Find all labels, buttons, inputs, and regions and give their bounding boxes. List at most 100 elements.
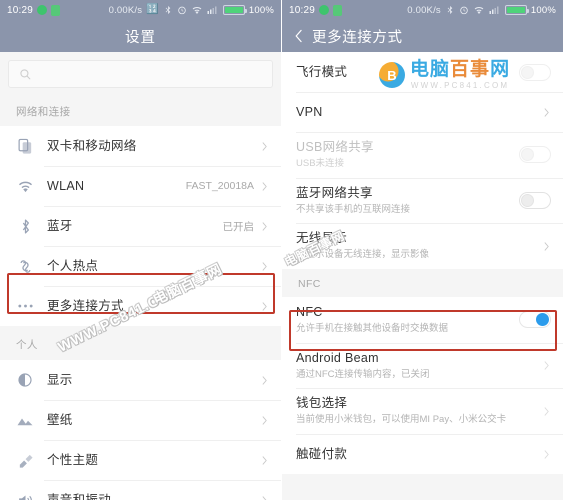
right-phone-screen: 10:29 0.00K/s 100% 更多连接方式 飞行模式 VPN USB网络… [281,0,563,500]
sidebar-item-theme[interactable]: 个性主题 [0,440,281,480]
item-label: 双卡和移动网络 [47,138,137,153]
chevron-right-icon [544,107,549,117]
bluetooth-icon [14,215,36,237]
item-label: 壁纸 [47,412,73,427]
chevron-right-icon [262,261,267,271]
group-label-personal: 个人 [0,326,281,360]
item-sublabel: 当前使用小米钱包，可以使用MI Pay、小米公交卡 [296,414,507,426]
chevron-right-icon [262,221,267,231]
row-tap-to-pay[interactable]: 触碰付款 [282,434,563,475]
page-title: 设置 [125,29,156,46]
green-dot-icon [37,5,48,15]
wifi-icon [14,175,36,197]
item-label: 蓝牙 [47,218,73,233]
more-dots-icon [14,295,36,317]
hotspot-icon [14,255,36,277]
row-airplane-mode[interactable]: 飞行模式 [282,52,563,92]
search-area [0,52,281,95]
wifi-icon [474,7,484,14]
item-label: 飞行模式 [296,64,348,79]
green-pill-icon [333,4,343,16]
row-wallet-selection[interactable]: 钱包选择 当前使用小米钱包，可以使用MI Pay、小米公交卡 [282,388,563,435]
chevron-right-icon [262,181,267,191]
left-title-row: 设置 [0,20,281,52]
status-bar: 10:29 0.00K/s 🔢 100% [0,0,281,20]
item-label: 个性主题 [47,452,99,467]
sidebar-item-sound[interactable]: 声音和振动 [0,480,281,500]
item-label: USB网络共享 [296,140,374,154]
search-icon [20,68,31,79]
group-label-network: 网络和连接 [0,95,281,126]
row-wireless-display[interactable]: 无线显示 与显示设备无线连接，显示影像 [282,223,563,270]
row-nfc[interactable]: NFC 允许手机在接触其他设备时交换数据 [282,297,563,343]
sidebar-item-bluetooth[interactable]: 蓝牙 已开启 [0,206,281,246]
item-label: 无线显示 [296,231,348,246]
item-label: NFC [296,305,323,320]
item-label: 蓝牙网络共享 [296,185,373,200]
connection-group-main: 飞行模式 VPN USB网络共享 USB未连接 蓝牙网络共享 不共享该手机的互联… [282,52,563,270]
chevron-right-icon [544,241,549,251]
bluetooth-tethering-toggle[interactable] [519,192,551,210]
back-arrow-icon[interactable] [292,29,306,43]
item-label: 触碰付款 [296,446,348,461]
row-usb-tethering[interactable]: USB网络共享 USB未连接 [282,132,563,178]
item-label: 个人热点 [47,258,99,273]
sidebar-item-display[interactable]: 显示 [0,360,281,400]
sidebar-item-dual-sim[interactable]: 双卡和移动网络 [0,126,281,166]
right-topbar: 10:29 0.00K/s 100% 更多连接方式 [282,0,563,52]
item-label: Android Beam [296,350,379,365]
item-label: 钱包选择 [296,396,348,411]
screenshot-stage: 10:29 0.00K/s 🔢 100% 设置 网络和连接 双卡和移动网络 WL… [0,0,563,500]
alarm-icon [460,6,468,15]
row-bluetooth-tethering[interactable]: 蓝牙网络共享 不共享该手机的互联网连接 [282,177,563,224]
item-label: VPN [296,104,323,119]
sound-speaker-icon [14,489,36,500]
sidebar-item-more-connections[interactable]: 更多连接方式 [0,286,281,326]
left-phone-screen: 10:29 0.00K/s 🔢 100% 设置 网络和连接 双卡和移动网络 WL… [0,0,281,500]
right-title-row: 更多连接方式 [282,20,563,52]
connection-group-nfc: NFC 允许手机在接触其他设备时交换数据 Android Beam 通过NFC连… [282,297,563,475]
theme-brush-icon [14,449,36,471]
sim-card-icon [14,135,36,157]
settings-group-personal: 显示 壁纸 个性主题 声音和振动 [0,360,281,500]
search-input[interactable] [8,60,273,88]
green-pill-icon [51,4,61,16]
item-label: WLAN [47,178,85,193]
status-clock: 10:29 [289,4,316,16]
wallpaper-icon [14,409,36,431]
row-android-beam[interactable]: Android Beam 通过NFC连接传输内容，已关闭 [282,342,563,389]
item-sublabel: 允许手机在接触其他设备时交换数据 [296,322,449,334]
airplane-mode-toggle[interactable] [519,63,551,81]
item-sublabel: 不共享该手机的互联网连接 [296,203,411,215]
settings-group-network: 双卡和移动网络 WLAN FAST_20018A 蓝牙 已开启 个人热点 更多连… [0,126,281,326]
usb-tethering-toggle[interactable] [519,146,551,164]
battery-icon [222,5,247,15]
item-value: FAST_20018A [185,180,254,192]
group-label-nfc: NFC [282,269,563,298]
chevron-right-icon [262,141,267,151]
item-value: 已开启 [222,220,255,233]
item-label: 更多连接方式 [47,298,124,313]
row-vpn[interactable]: VPN [282,92,563,132]
chevron-right-icon [262,375,267,385]
wifi-icon [192,7,202,14]
sidebar-item-wlan[interactable]: WLAN FAST_20018A [0,166,281,206]
item-sublabel: 通过NFC连接传输内容，已关闭 [296,368,430,380]
item-sublabel: 与显示设备无线连接，显示影像 [296,249,430,261]
right-body: 飞行模式 VPN USB网络共享 USB未连接 蓝牙网络共享 不共享该手机的互联… [282,52,563,500]
status-bar: 10:29 0.00K/s 100% [282,0,563,20]
nfc-toggle[interactable] [519,311,551,329]
bluetooth-icon: 🔢 [146,4,159,15]
item-label: 声音和振动 [47,492,112,500]
chevron-right-icon [262,455,267,465]
battery-percent: 100% [530,4,556,16]
signal-icon [207,6,217,14]
bottom-filler [282,474,563,500]
sidebar-item-hotspot[interactable]: 个人热点 [0,246,281,286]
chevron-right-icon [262,301,267,311]
green-dot-icon [319,5,330,15]
chevron-right-icon [544,361,549,370]
bluetooth-icon [447,5,453,15]
display-contrast-icon [14,369,36,391]
sidebar-item-wallpaper[interactable]: 壁纸 [0,400,281,440]
